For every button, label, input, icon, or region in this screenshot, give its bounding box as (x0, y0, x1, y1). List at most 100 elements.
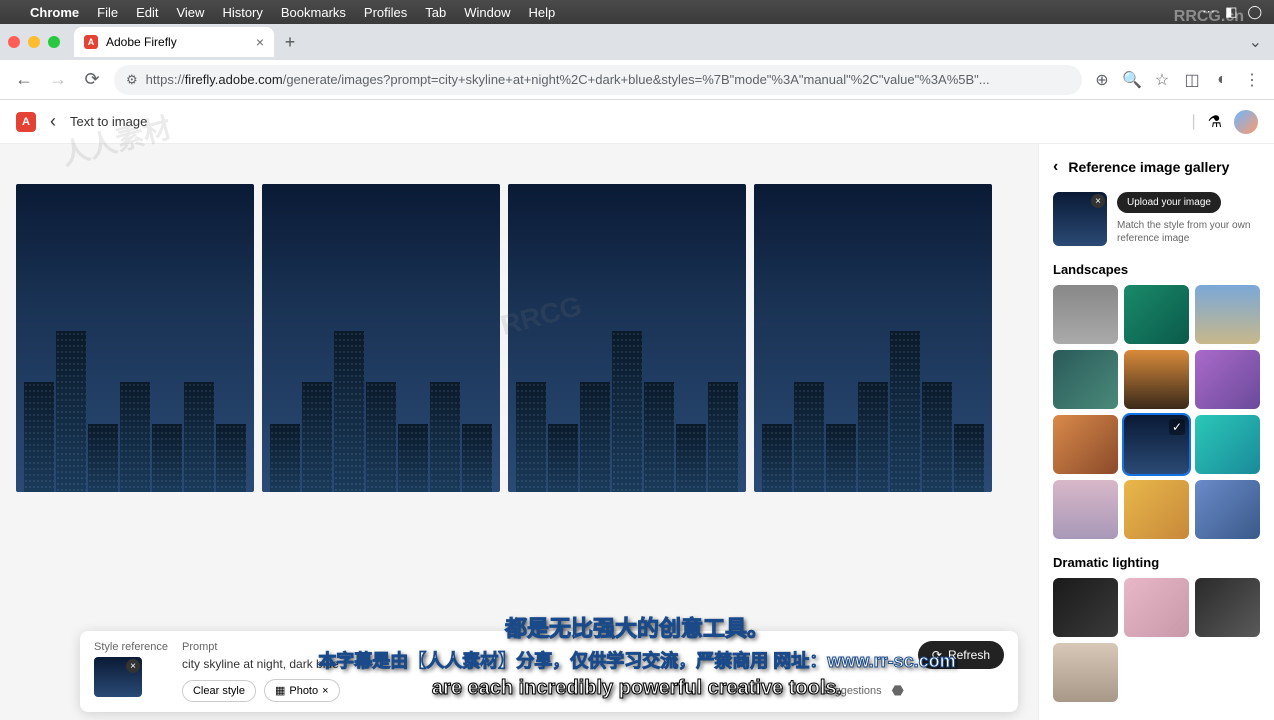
remove-tag-icon[interactable]: × (322, 685, 328, 697)
menu-view[interactable]: View (176, 5, 204, 20)
generated-image-1[interactable] (16, 184, 254, 492)
landscape-thumb-9[interactable] (1195, 415, 1260, 474)
clear-style-button[interactable]: Clear style (182, 680, 256, 702)
siri-icon[interactable]: ◯ (1247, 4, 1262, 20)
landscape-thumb-5[interactable] (1124, 350, 1189, 409)
bookmark-star-icon[interactable]: ☆ (1152, 70, 1172, 90)
suggestions-label: Suggestions (821, 685, 882, 697)
side-panel-icon[interactable]: ◫ (1182, 70, 1202, 90)
browser-tab[interactable]: A Adobe Firefly × (74, 27, 274, 57)
tab-title: Adobe Firefly (106, 35, 177, 49)
landscape-thumb-8-selected[interactable]: ✓ (1124, 415, 1189, 474)
refresh-icon: ⟳ (932, 648, 942, 662)
extension-icon[interactable]: ◐ (1212, 70, 1232, 90)
prompt-actions: Clear style ▦Photo× Suggestions ⬣ (182, 679, 904, 702)
reload-button[interactable]: ⟳ (80, 68, 104, 92)
style-reference-label: Style reference (94, 641, 168, 653)
generated-image-2[interactable] (262, 184, 500, 492)
upload-section: × Upload your image Match the style from… (1053, 192, 1260, 246)
tab-close-button[interactable]: × (256, 34, 264, 50)
landscape-thumb-6[interactable] (1195, 350, 1260, 409)
landscapes-section-label: Landscapes (1053, 262, 1260, 277)
chrome-tab-bar: A Adobe Firefly × + ⌄ (0, 24, 1274, 60)
landscape-thumb-1[interactable] (1053, 285, 1118, 344)
style-reference-thumbnail[interactable]: × (94, 657, 142, 697)
dramatic-thumb-3[interactable] (1195, 578, 1260, 637)
menu-tab[interactable]: Tab (425, 5, 446, 20)
page-title: Text to image (70, 114, 147, 129)
uploaded-reference-thumbnail[interactable]: × (1053, 192, 1107, 246)
sidebar-back-button[interactable]: ‹ (1053, 158, 1058, 176)
adobe-logo-icon[interactable]: A (16, 112, 36, 132)
reference-sidebar: ‹ Reference image gallery × Upload your … (1038, 144, 1274, 720)
site-settings-icon[interactable]: ⚙ (126, 72, 138, 88)
dramatic-thumb-1[interactable] (1053, 578, 1118, 637)
sidebar-title: Reference image gallery (1068, 159, 1229, 175)
menu-help[interactable]: Help (529, 5, 556, 20)
url-text: https://firefly.adobe.com/generate/image… (146, 72, 990, 87)
landscape-thumb-12[interactable] (1195, 480, 1260, 539)
landscape-thumb-4[interactable] (1053, 350, 1118, 409)
landscape-thumb-3[interactable] (1195, 285, 1260, 344)
back-button[interactable]: ← (12, 68, 36, 92)
suggestions-toggle[interactable]: ⬣ (892, 682, 904, 699)
image-results-grid (16, 184, 1022, 492)
upload-help-text: Match the style from your own reference … (1117, 219, 1260, 245)
upload-image-button[interactable]: Upload your image (1117, 192, 1221, 213)
dramatic-grid (1053, 578, 1260, 702)
style-reference-section: Style reference × (94, 641, 168, 697)
refresh-button[interactable]: ⟳ Refresh (918, 641, 1004, 669)
landscape-thumb-11[interactable] (1124, 480, 1189, 539)
tab-favicon-icon: A (84, 35, 98, 49)
generation-area: Style reference × Prompt city skyline at… (0, 144, 1038, 720)
landscapes-grid: ✓ (1053, 285, 1260, 539)
menu-bookmarks[interactable]: Bookmarks (281, 5, 346, 20)
menu-edit[interactable]: Edit (136, 5, 158, 20)
address-input[interactable]: ⚙ https://firefly.adobe.com/generate/ima… (114, 65, 1082, 95)
prompt-label: Prompt (182, 641, 904, 653)
menu-history[interactable]: History (222, 5, 262, 20)
suggestions-area: Suggestions ⬣ (821, 682, 904, 699)
control-center-icon[interactable]: ◧ (1225, 4, 1237, 20)
new-tab-button[interactable]: + (280, 32, 300, 52)
landscape-thumb-10[interactable] (1053, 480, 1118, 539)
prompt-bar: Style reference × Prompt city skyline at… (80, 631, 1018, 712)
app-header-right: | ⚗ (1192, 110, 1259, 134)
remove-style-button[interactable]: × (126, 659, 140, 673)
photo-tag-button[interactable]: ▦Photo× (264, 679, 340, 702)
install-app-icon[interactable]: ⊕ (1092, 70, 1112, 90)
chrome-address-bar: ← → ⟳ ⚙ https://firefly.adobe.com/genera… (0, 60, 1274, 100)
menubar-status-area: ⋯ ◧ ◯ (1202, 4, 1262, 20)
window-maximize-button[interactable] (48, 36, 60, 48)
landscape-thumb-2[interactable] (1124, 285, 1189, 344)
selected-check-icon: ✓ (1169, 419, 1185, 435)
prompt-input[interactable]: city skyline at night, dark blue (182, 657, 904, 671)
main-content: Style reference × Prompt city skyline at… (0, 144, 1274, 720)
dramatic-section-label: Dramatic lighting (1053, 555, 1260, 570)
landscape-thumb-7[interactable] (1053, 415, 1118, 474)
dramatic-thumb-2[interactable] (1124, 578, 1189, 637)
remove-upload-button[interactable]: × (1091, 194, 1105, 208)
user-avatar[interactable] (1234, 110, 1258, 134)
app-header: A ‹ Text to image | ⚗ (0, 100, 1274, 144)
window-minimize-button[interactable] (28, 36, 40, 48)
macos-menubar: Chrome File Edit View History Bookmarks … (0, 0, 1274, 24)
menubar-status-icon[interactable]: ⋯ (1202, 4, 1215, 20)
zoom-icon[interactable]: 🔍 (1122, 70, 1142, 90)
menu-app-name[interactable]: Chrome (30, 5, 79, 20)
dramatic-thumb-4[interactable] (1053, 643, 1118, 702)
tab-list-dropdown[interactable]: ⌄ (1245, 28, 1266, 56)
app-back-button[interactable]: ‹ (50, 111, 56, 132)
forward-button[interactable]: → (46, 68, 70, 92)
window-close-button[interactable] (8, 36, 20, 48)
menu-window[interactable]: Window (464, 5, 510, 20)
photo-icon: ▦ (275, 684, 285, 697)
window-controls (8, 36, 60, 48)
menu-file[interactable]: File (97, 5, 118, 20)
chrome-menu-icon[interactable]: ⋮ (1242, 70, 1262, 90)
menu-profiles[interactable]: Profiles (364, 5, 407, 20)
generated-image-4[interactable] (754, 184, 992, 492)
generated-image-3[interactable] (508, 184, 746, 492)
sidebar-header: ‹ Reference image gallery (1053, 158, 1260, 176)
beaker-icon[interactable]: ⚗ (1208, 112, 1222, 132)
